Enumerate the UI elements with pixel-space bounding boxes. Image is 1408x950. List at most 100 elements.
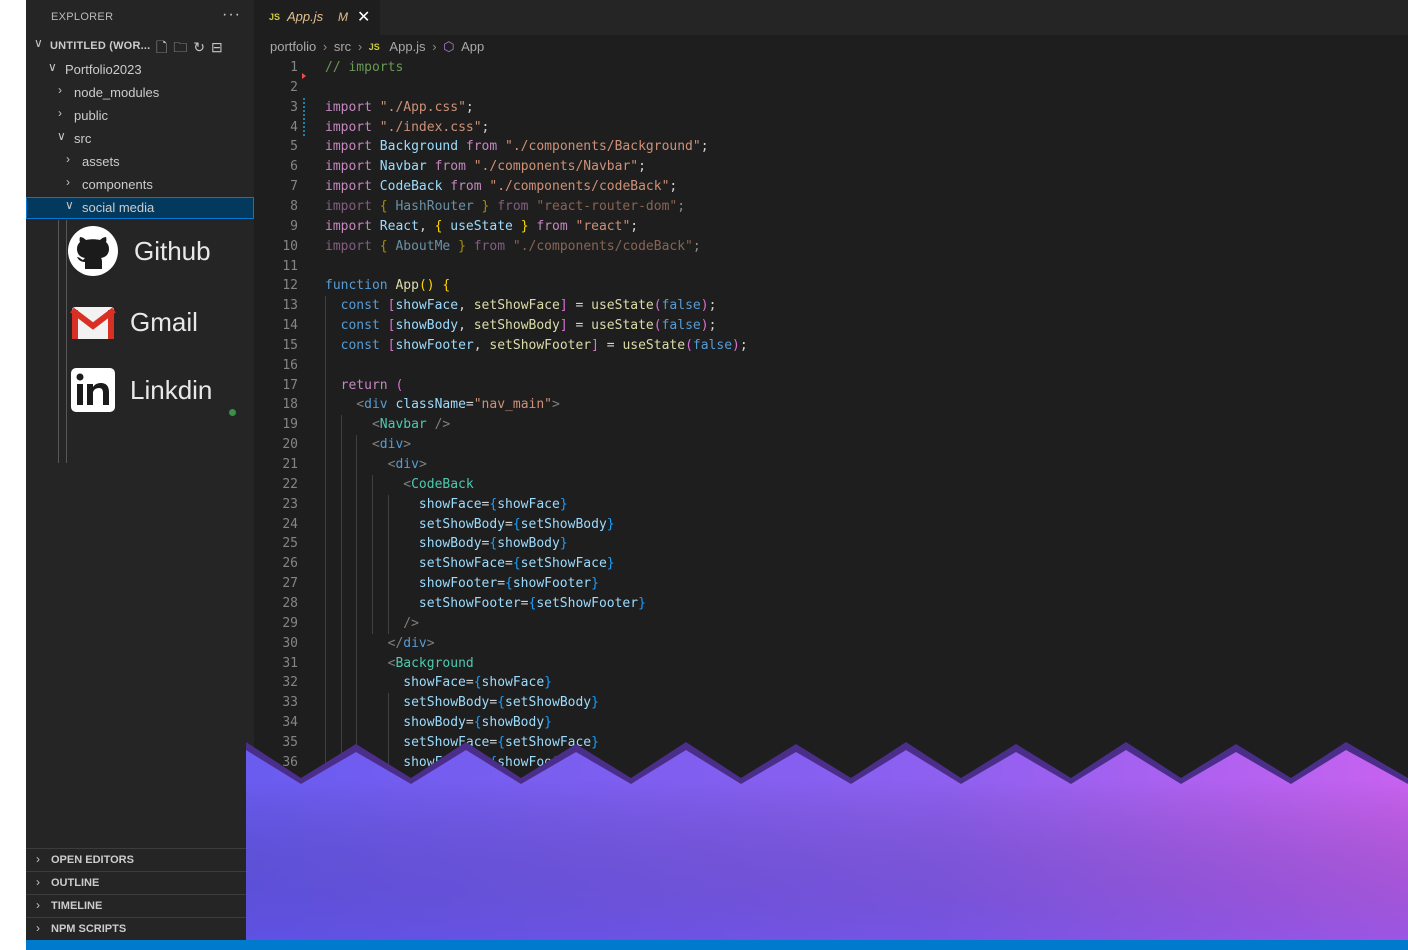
tree-item-components[interactable]: › components (26, 174, 254, 196)
chevron-right-icon: › (432, 39, 437, 55)
code-line: import React, { useState } from "react"; (325, 218, 639, 234)
social-item-gmail[interactable]: Gmail (70, 299, 198, 345)
tree-item-label: components (82, 177, 153, 192)
code-line: return ( (325, 377, 404, 393)
line-number: 12 (282, 278, 298, 294)
panel-open-editors[interactable]: › OPEN EDITORS (26, 848, 246, 870)
code-line: import Navbar from "./components/Navbar"… (325, 159, 646, 175)
indent-guide (340, 415, 342, 773)
js-file-icon: JS (269, 12, 281, 22)
line-number: 8 (290, 198, 298, 214)
code-line: <Navbar /> (325, 417, 451, 433)
code-line: const [showBody, setShowBody] = useState… (325, 318, 717, 334)
ellipsis-icon[interactable]: ··· (222, 6, 241, 24)
tree-item-portfolio2023[interactable]: ∨ Portfolio2023 (26, 59, 254, 81)
line-number: 33 (282, 695, 298, 711)
chevron-right-icon: › (36, 875, 40, 889)
panel-timeline[interactable]: › TIMELINE (26, 894, 246, 916)
line-number: 20 (282, 437, 298, 453)
code-line: showFooter={showFooter} (325, 576, 599, 592)
tree-item-label: public (74, 108, 108, 123)
code-line: <Background (325, 655, 474, 671)
chevron-right-icon: › (66, 175, 70, 189)
chevron-right-icon: › (322, 39, 328, 55)
social-label: Github (134, 235, 211, 266)
new-file-icon[interactable]: 🗋 (156, 39, 173, 55)
tree-item-assets[interactable]: › assets (26, 151, 254, 173)
chevron-right-icon: › (58, 106, 62, 120)
tree-item-label: node_modules (74, 85, 160, 100)
code-line: showFace={showFace} (325, 496, 568, 512)
line-number: 1 (290, 60, 298, 75)
panel-label: TIMELINE (51, 900, 103, 912)
code-line: setShowBody={setShowBody} (325, 516, 615, 532)
chevron-right-icon: › (36, 921, 40, 935)
explorer-sidebar: EXPLORER ··· ∨ UNTITLED (WOR... 🗋🗀↻⊟ ∨ P… (26, 0, 254, 940)
line-number: 2 (290, 79, 298, 95)
js-file-icon: JS (368, 41, 380, 52)
new-folder-icon[interactable]: 🗀 (173, 39, 193, 55)
code-editor[interactable]: 1// imports 2 3 import "./App.css"; 4 import … (254, 58, 1408, 778)
chevron-down-icon: ∨ (48, 60, 57, 74)
breadcrumb-item[interactable]: App (461, 39, 484, 54)
code-line: import Background from "./components/Bac… (325, 139, 709, 155)
code-line: showBody={showBody} (325, 715, 552, 731)
github-icon (68, 226, 118, 276)
social-item-github[interactable]: Github (66, 224, 211, 278)
code-line: <div> (325, 437, 412, 453)
tab-app-js[interactable]: JS App.js M ✕ (254, 0, 380, 35)
wave-decoration (246, 742, 1408, 942)
line-number: 16 (282, 357, 298, 373)
code-line: showBody={showBody} (325, 536, 568, 552)
tree-item-node-modules[interactable]: › node_modules (26, 82, 254, 104)
gmail-icon (70, 307, 116, 339)
breadcrumb-item[interactable]: src (334, 39, 351, 54)
line-number: 6 (290, 159, 298, 175)
indent-guide (371, 474, 373, 634)
line-number: 3 (290, 99, 298, 115)
line-number: 14 (282, 318, 298, 334)
tree-item-social-media[interactable]: ∨ social media (26, 197, 254, 219)
tree-item-label: social media (82, 200, 155, 215)
workspace-header[interactable]: ∨ UNTITLED (WOR... 🗋🗀↻⊟ (26, 35, 254, 57)
symbol-icon: ⬡ (443, 38, 455, 54)
close-icon[interactable]: ✕ (357, 7, 370, 27)
panel-npm-scripts[interactable]: › NPM SCRIPTS (26, 917, 246, 939)
breadcrumb-item[interactable]: App.js (389, 39, 425, 54)
panel-outline[interactable]: › OUTLINE (26, 871, 246, 893)
code-line: setShowFace={setShowFace} (325, 556, 615, 572)
line-number: 21 (282, 457, 298, 472)
refresh-icon[interactable]: ↻ (193, 39, 211, 55)
collapse-all-icon[interactable]: ⊟ (211, 39, 229, 55)
line-number: 9 (290, 218, 298, 234)
line-number: 11 (282, 258, 298, 274)
status-dot (229, 409, 236, 416)
activity-bar-edge (0, 0, 26, 950)
code-line: setShowBody={setShowBody} (325, 695, 599, 711)
social-item-linkedin[interactable]: Linkdin (70, 367, 212, 413)
breadcrumb-item[interactable]: portfolio (270, 39, 316, 54)
code-line: setShowFooter={setShowFooter} (325, 595, 646, 611)
explorer-title: EXPLORER (51, 11, 114, 23)
code-line: showFace={showFace} (325, 675, 552, 691)
indent-guide (325, 296, 326, 773)
code-line: const [showFooter, setShowFooter] = useS… (325, 337, 748, 353)
chevron-down-icon: ∨ (65, 198, 74, 212)
tree-item-public[interactable]: › public (26, 105, 254, 127)
editor-tab-bar: JS App.js M ✕ (254, 0, 1408, 35)
panel-label: OUTLINE (51, 877, 100, 889)
code-line: import { AboutMe } from "./components/co… (325, 238, 701, 254)
line-number: 30 (282, 635, 298, 651)
chevron-right-icon: › (58, 83, 62, 97)
workspace-actions: 🗋🗀↻⊟ (156, 37, 229, 61)
line-number: 15 (282, 337, 298, 353)
panel-label: OPEN EDITORS (51, 854, 134, 866)
line-number: 17 (282, 377, 298, 393)
line-number: 13 (282, 298, 298, 314)
git-deleted-marker (302, 72, 306, 79)
code-line: <div className="nav_main"> (325, 397, 560, 413)
tree-item-src[interactable]: ∨ src (26, 128, 254, 150)
breadcrumb: portfolio › src › JS App.js › ⬡ App (270, 38, 484, 56)
indent-guide (356, 435, 358, 773)
indent-guide (387, 494, 389, 634)
